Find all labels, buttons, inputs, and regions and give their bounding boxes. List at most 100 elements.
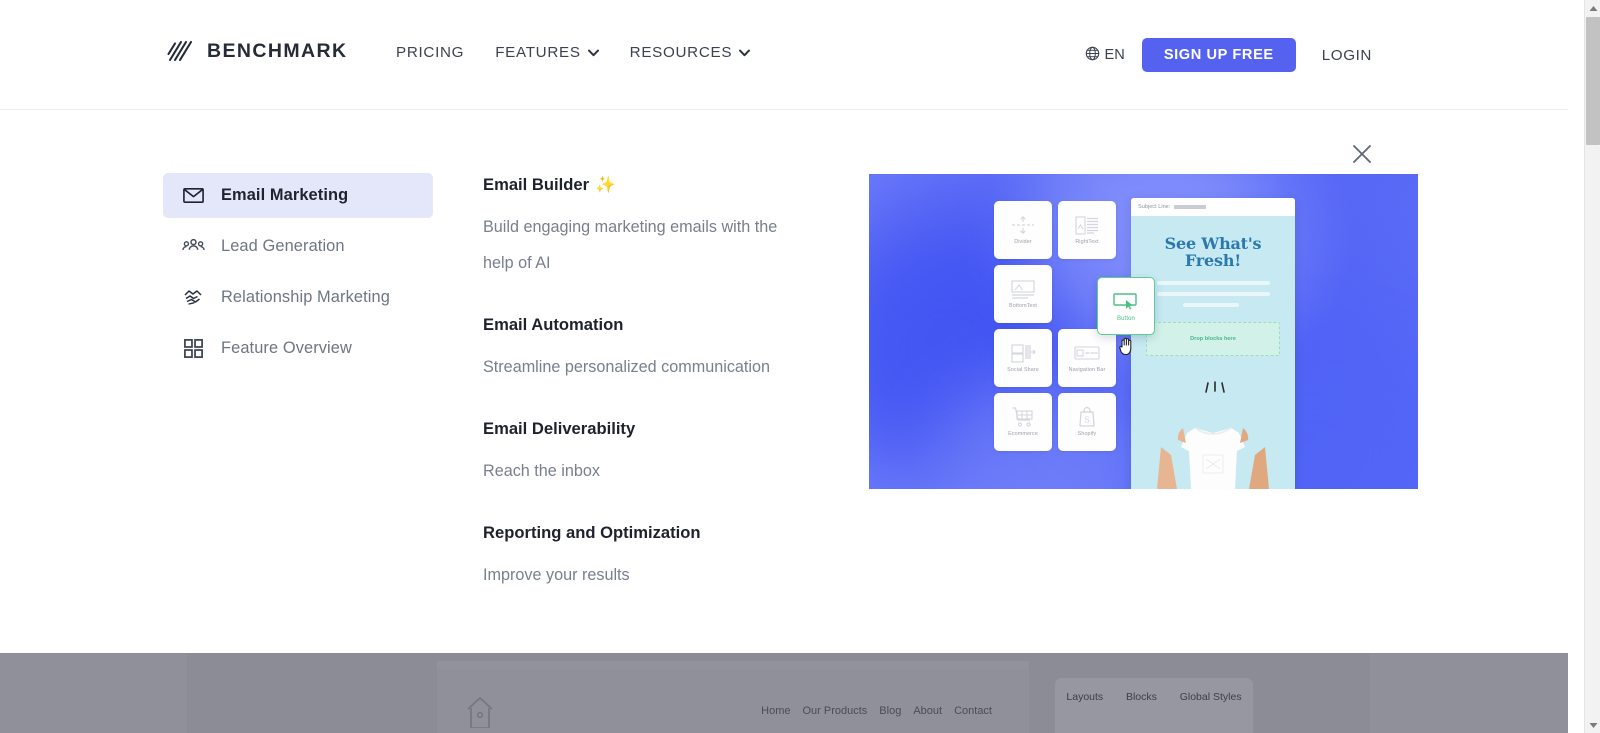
house-icon	[465, 694, 495, 733]
block-tile-label: Divider	[1014, 239, 1032, 246]
sidebar-item-label: Lead Generation	[221, 237, 345, 255]
grid-squares-icon	[181, 337, 205, 361]
people-group-icon	[181, 235, 205, 259]
background-tab-global-styles[interactable]: Global Styles	[1180, 691, 1242, 703]
browser-scrollbar[interactable]	[1584, 0, 1600, 733]
divider-icon	[1010, 214, 1036, 236]
block-tile-social-share[interactable]: Social Share	[994, 329, 1052, 387]
block-tile-label: Navigation Bar	[1068, 367, 1106, 374]
menu-link-email-builder[interactable]: Email Builder ✨ Build engaging marketing…	[483, 175, 813, 281]
grab-hand-cursor-icon	[1118, 335, 1136, 362]
block-tile-bottomtext[interactable]: BottomText	[994, 265, 1052, 323]
nav-item-pricing[interactable]: PRICING	[396, 44, 464, 61]
menu-link-title[interactable]: Email Builder ✨	[483, 175, 813, 195]
sidebar-item-label: Feature Overview	[221, 339, 352, 357]
block-tile-ecommerce[interactable]: Ecommerce	[994, 393, 1052, 451]
menu-link-description: Build engaging marketing emails with the…	[483, 218, 778, 272]
logo-text: BENCHMARK	[207, 39, 348, 62]
login-link[interactable]: LOGIN	[1322, 47, 1372, 64]
nav-item-features-label: FEATURES	[495, 44, 581, 61]
email-preview-mockup: Subject Line: See What's Fresh! Drop blo…	[1131, 198, 1295, 489]
email-subject-label: Subject Line:	[1138, 204, 1171, 210]
block-tile-label: RightText	[1075, 239, 1099, 246]
shopping-cart-icon	[1011, 406, 1035, 428]
bottom-text-icon	[1009, 278, 1037, 300]
menu-link-email-automation[interactable]: Email Automation Streamline personalized…	[483, 315, 813, 385]
block-tile-label: Button	[1117, 316, 1135, 322]
dimmed-page-overlay: Home Our Products Blog About Contact Lay…	[0, 653, 1568, 733]
background-nav-blog[interactable]: Blog	[879, 705, 901, 717]
menu-link-email-deliverability[interactable]: Email Deliverability Reach the inbox	[483, 419, 813, 489]
menu-link-description: Reach the inbox	[483, 462, 600, 480]
menu-link-title[interactable]: Email Deliverability	[483, 419, 813, 439]
background-nav-home[interactable]: Home	[761, 705, 790, 717]
sidebar-item-email-marketing[interactable]: Email Marketing	[163, 173, 433, 218]
block-tile-shopify[interactable]: S Shopify	[1058, 393, 1116, 451]
features-mega-menu: Email Marketing Lead Generation Relation…	[0, 111, 1568, 653]
header-actions: EN SIGN UP FREE LOGIN	[1085, 38, 1372, 72]
block-tile-label: BottomText	[1009, 303, 1037, 310]
scroll-down-arrow-icon[interactable]	[1585, 717, 1600, 733]
background-tab-layouts[interactable]: Layouts	[1066, 691, 1103, 703]
block-tile-label: Social Share	[1007, 367, 1039, 374]
logo[interactable]: BENCHMARK	[163, 34, 347, 68]
background-tab-blocks[interactable]: Blocks	[1126, 691, 1157, 703]
email-subject-placeholder-bar	[1174, 205, 1207, 209]
language-label: EN	[1104, 47, 1125, 63]
email-dropzone[interactable]: Drop blocks here	[1146, 322, 1280, 356]
menu-link-reporting-and-optimization[interactable]: Reporting and Optimization Improve your …	[483, 523, 813, 593]
nav-item-pricing-label: PRICING	[396, 44, 465, 61]
block-tile-navigation-bar[interactable]: Navigation Bar	[1058, 329, 1116, 387]
menu-link-title-text: Email Builder	[483, 175, 590, 194]
right-text-icon	[1074, 214, 1100, 236]
email-headline: See What's Fresh!	[1131, 216, 1295, 269]
email-body: See What's Fresh! Drop blocks here	[1131, 216, 1295, 489]
background-editor-panel: Layouts Blocks Global Styles	[1055, 678, 1253, 733]
email-placeholder-text-lines	[1156, 281, 1270, 307]
navigation-bar-icon	[1073, 342, 1101, 364]
email-subject-row: Subject Line:	[1131, 198, 1295, 216]
social-share-icon	[1010, 342, 1036, 364]
email-builder-preview-image: Divider RightText BottomText Social Shar…	[869, 174, 1418, 489]
chevron-down-icon	[587, 44, 599, 61]
sidebar-item-relationship-marketing[interactable]: Relationship Marketing	[163, 275, 433, 320]
language-selector[interactable]: EN	[1085, 46, 1125, 65]
sidebar-item-feature-overview[interactable]: Feature Overview	[163, 326, 433, 371]
menu-link-title[interactable]: Reporting and Optimization	[483, 523, 813, 543]
background-footer-nav: Home Our Products Blog About Contact	[761, 705, 992, 717]
nav-item-resources-label: RESOURCES	[629, 44, 733, 61]
nav-item-features[interactable]: FEATURES	[495, 44, 599, 61]
block-tile-righttext[interactable]: RightText	[1058, 201, 1116, 259]
background-nav-our-products[interactable]: Our Products	[802, 705, 867, 717]
handshake-icon	[181, 286, 205, 310]
email-headline-line2: Fresh!	[1184, 251, 1242, 270]
background-nav-about[interactable]: About	[913, 705, 942, 717]
menu-link-title[interactable]: Email Automation	[483, 315, 813, 335]
page-root: BENCHMARK PRICING FEATURES RESOURCES EN …	[0, 0, 1600, 733]
nav-item-resources[interactable]: RESOURCES	[630, 44, 751, 61]
dragging-button-block-tile[interactable]: Button	[1097, 277, 1155, 335]
block-tile-label: Shopify	[1077, 431, 1097, 438]
chevron-down-icon	[739, 44, 751, 61]
sparkles-icon: ✨	[595, 175, 616, 194]
background-footer-card: Home Our Products Blog About Contact	[437, 661, 1029, 733]
block-tile-label: Ecommerce	[1008, 431, 1038, 438]
sidebar-item-lead-generation[interactable]: Lead Generation	[163, 224, 433, 269]
main-nav: PRICING FEATURES RESOURCES	[396, 44, 751, 61]
sidebar-item-label: Email Marketing	[221, 186, 349, 204]
sidebar-item-label: Relationship Marketing	[221, 288, 390, 306]
sign-up-free-button[interactable]: SIGN UP FREE	[1141, 38, 1296, 72]
close-icon[interactable]	[1348, 140, 1376, 168]
tshirt-photo	[1131, 381, 1295, 489]
mega-menu-sidebar: Email Marketing Lead Generation Relation…	[163, 173, 433, 627]
envelope-icon	[181, 184, 205, 208]
shopify-bag-icon: S	[1077, 406, 1097, 428]
scroll-up-arrow-icon[interactable]	[1585, 0, 1600, 16]
block-tile-divider[interactable]: Divider	[994, 201, 1052, 259]
globe-icon	[1085, 46, 1100, 65]
menu-link-description: Streamline personalized communication	[483, 358, 771, 376]
email-headline-line1: See What's	[1164, 234, 1262, 253]
scrollbar-thumb[interactable]	[1586, 17, 1600, 145]
benchmark-slashes-logo-icon	[163, 34, 197, 68]
background-nav-contact[interactable]: Contact	[954, 705, 992, 717]
